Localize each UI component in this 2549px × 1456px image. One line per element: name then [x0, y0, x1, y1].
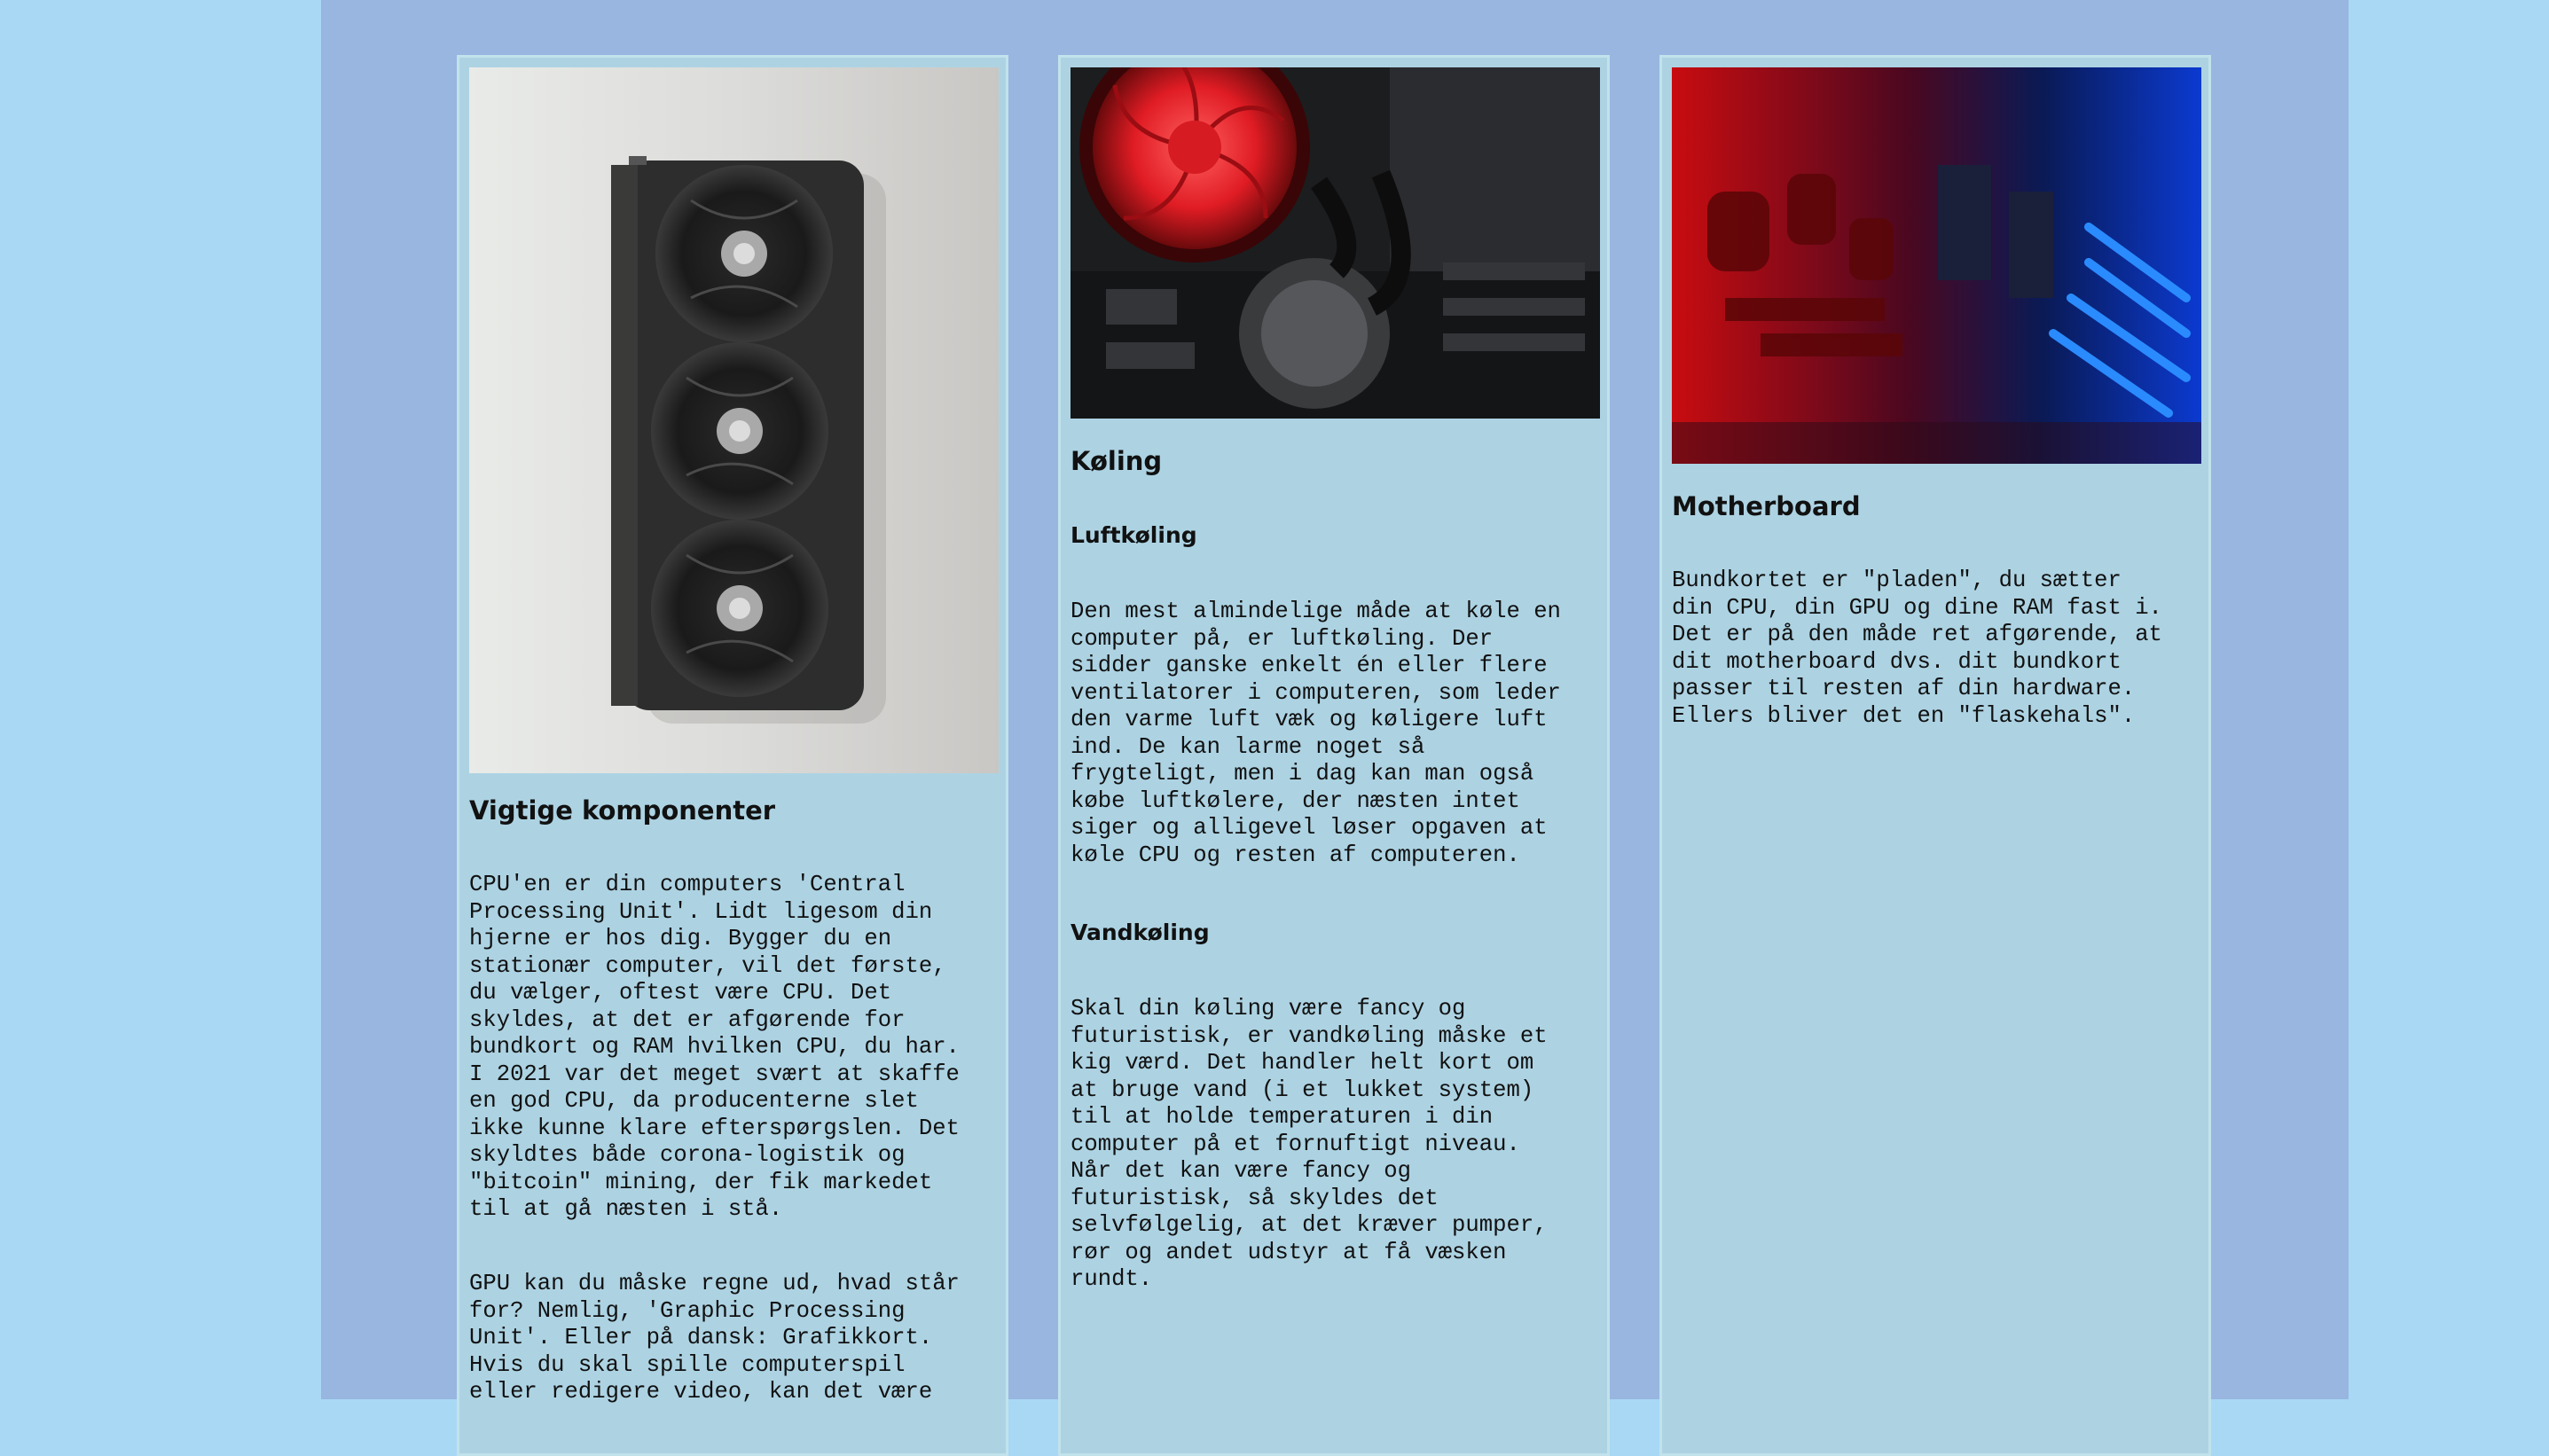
card-paragraph: Bundkortet er "pladen", du sætter din CP… [1672, 568, 2162, 729]
motherboard-photo [1672, 67, 2201, 464]
page-main: Vigtige komponenter CPU'en er din comput… [321, 0, 2349, 1456]
card-cooling: Køling Luftkøling Den mest almindelige m… [1058, 55, 1610, 1456]
card-components: Vigtige komponenter CPU'en er din comput… [457, 55, 1008, 1456]
card-paragraph: CPU'en er din computers 'Central Process… [469, 872, 960, 1222]
card-paragraph: GPU kan du måske regne ud, hvad står for… [469, 1271, 960, 1405]
subheading-air-cooling: Luftkøling [1071, 522, 1197, 548]
card-heading: Vigtige komponenter [469, 795, 776, 826]
card-motherboard: Motherboard Bundkortet er "pladen", du s… [1659, 55, 2211, 1456]
card-heading: Motherboard [1672, 491, 1861, 521]
card-paragraph: Skal din køling være fancy og futuristis… [1071, 996, 1548, 1292]
card-paragraph: Den mest almindelige måde at køle en com… [1071, 599, 1561, 868]
subheading-water-cooling: Vandkøling [1071, 920, 1210, 945]
cooler-photo [1071, 67, 1600, 419]
gpu-photo [469, 67, 999, 773]
card-heading: Køling [1071, 446, 1163, 476]
